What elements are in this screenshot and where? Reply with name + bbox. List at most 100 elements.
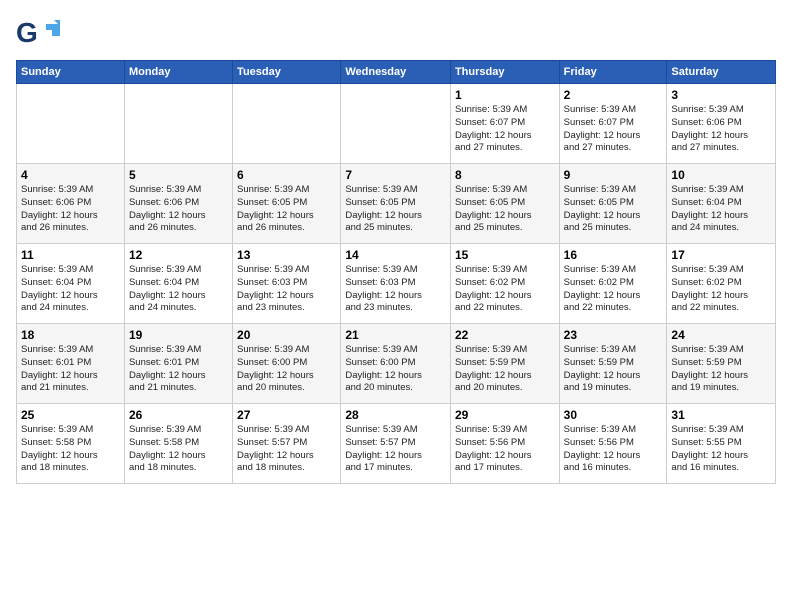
- day-info: Sunrise: 5:39 AMSunset: 5:57 PMDaylight:…: [345, 424, 446, 475]
- day-info: Sunrise: 5:39 AMSunset: 5:57 PMDaylight:…: [237, 424, 336, 475]
- calendar-cell: 21 Sunrise: 5:39 AMSunset: 6:00 PMDayligh…: [341, 324, 451, 404]
- calendar-cell: 6 Sunrise: 5:39 AMSunset: 6:05 PMDaylight…: [233, 164, 341, 244]
- day-number: 15: [455, 248, 555, 262]
- day-info: Sunrise: 5:39 AMSunset: 5:59 PMDaylight:…: [564, 344, 663, 395]
- day-number: 22: [455, 328, 555, 342]
- calendar-cell: 14 Sunrise: 5:39 AMSunset: 6:03 PMDayligh…: [341, 244, 451, 324]
- calendar-cell: 9 Sunrise: 5:39 AMSunset: 6:05 PMDaylight…: [559, 164, 667, 244]
- day-number: 23: [564, 328, 663, 342]
- day-info: Sunrise: 5:39 AMSunset: 6:04 PMDaylight:…: [671, 184, 771, 235]
- day-info: Sunrise: 5:39 AMSunset: 6:01 PMDaylight:…: [129, 344, 228, 395]
- day-info: Sunrise: 5:39 AMSunset: 6:05 PMDaylight:…: [345, 184, 446, 235]
- calendar-body: 1 Sunrise: 5:39 AMSunset: 6:07 PMDaylight…: [17, 84, 776, 484]
- day-info: Sunrise: 5:39 AMSunset: 6:00 PMDaylight:…: [237, 344, 336, 395]
- calendar-cell: 16Sunrise: 5:39 AMSunset: 6:02 PMDayligh…: [559, 244, 667, 324]
- calendar-cell: 12Sunrise: 5:39 AMSunset: 6:04 PMDayligh…: [124, 244, 232, 324]
- day-number: 31: [671, 408, 771, 422]
- day-info: Sunrise: 5:39 AMSunset: 5:59 PMDaylight:…: [671, 344, 771, 395]
- calendar-cell: 15Sunrise: 5:39 AMSunset: 6:02 PMDayligh…: [450, 244, 559, 324]
- day-number: 24: [671, 328, 771, 342]
- day-number: 9: [564, 168, 663, 182]
- day-info: Sunrise: 5:39 AMSunset: 6:01 PMDaylight:…: [21, 344, 120, 395]
- day-number: 29: [455, 408, 555, 422]
- calendar-week-1: 1 Sunrise: 5:39 AMSunset: 6:07 PMDaylight…: [17, 84, 776, 164]
- day-number: 10: [671, 168, 771, 182]
- calendar-week-5: 25Sunrise: 5:39 AMSunset: 5:58 PMDayligh…: [17, 404, 776, 484]
- calendar-cell: 10 Sunrise: 5:39 AMSunset: 6:04 PMDayligh…: [667, 164, 776, 244]
- weekday-header-thursday: Thursday: [450, 61, 559, 84]
- calendar-cell: 17Sunrise: 5:39 AMSunset: 6:02 PMDayligh…: [667, 244, 776, 324]
- weekday-header-friday: Friday: [559, 61, 667, 84]
- day-number: 16: [564, 248, 663, 262]
- calendar-cell: 30Sunrise: 5:39 AMSunset: 5:56 PMDayligh…: [559, 404, 667, 484]
- calendar-cell: 29 Sunrise: 5:39 AMSunset: 5:56 PMDayligh…: [450, 404, 559, 484]
- day-number: 28: [345, 408, 446, 422]
- day-info: Sunrise: 5:39 AMSunset: 6:04 PMDaylight:…: [129, 264, 228, 315]
- day-number: 18: [21, 328, 120, 342]
- calendar-week-4: 18 Sunrise: 5:39 AMSunset: 6:01 PMDayligh…: [17, 324, 776, 404]
- logo: G: [16, 16, 62, 52]
- day-info: Sunrise: 5:39 AMSunset: 6:00 PMDaylight:…: [345, 344, 446, 395]
- calendar-cell: 3Sunrise: 5:39 AMSunset: 6:06 PMDaylight…: [667, 84, 776, 164]
- calendar-cell: 13 Sunrise: 5:39 AMSunset: 6:03 PMDayligh…: [233, 244, 341, 324]
- day-number: 2: [564, 88, 663, 102]
- calendar-week-3: 11 Sunrise: 5:39 AMSunset: 6:04 PMDayligh…: [17, 244, 776, 324]
- calendar-week-2: 4 Sunrise: 5:39 AMSunset: 6:06 PMDaylight…: [17, 164, 776, 244]
- calendar-cell: 19 Sunrise: 5:39 AMSunset: 6:01 PMDayligh…: [124, 324, 232, 404]
- day-info: Sunrise: 5:39 AMSunset: 5:58 PMDaylight:…: [129, 424, 228, 475]
- day-info: Sunrise: 5:39 AMSunset: 6:07 PMDaylight:…: [564, 104, 663, 155]
- day-number: 20: [237, 328, 336, 342]
- calendar-cell: 26 Sunrise: 5:39 AMSunset: 5:58 PMDayligh…: [124, 404, 232, 484]
- calendar-cell: 28 Sunrise: 5:39 AMSunset: 5:57 PMDayligh…: [341, 404, 451, 484]
- day-number: 1: [455, 88, 555, 102]
- day-number: 30: [564, 408, 663, 422]
- svg-text:G: G: [16, 17, 38, 48]
- day-info: Sunrise: 5:39 AMSunset: 6:05 PMDaylight:…: [237, 184, 336, 235]
- calendar-cell: [341, 84, 451, 164]
- day-number: 27: [237, 408, 336, 422]
- page-header: G: [16, 16, 776, 52]
- calendar-cell: 27 Sunrise: 5:39 AMSunset: 5:57 PMDayligh…: [233, 404, 341, 484]
- day-info: Sunrise: 5:39 AMSunset: 5:58 PMDaylight:…: [21, 424, 120, 475]
- calendar-cell: 7 Sunrise: 5:39 AMSunset: 6:05 PMDaylight…: [341, 164, 451, 244]
- weekday-header-wednesday: Wednesday: [341, 61, 451, 84]
- day-info: Sunrise: 5:39 AMSunset: 6:06 PMDaylight:…: [129, 184, 228, 235]
- calendar-cell: 23 Sunrise: 5:39 AMSunset: 5:59 PMDayligh…: [559, 324, 667, 404]
- calendar-cell: [124, 84, 232, 164]
- day-number: 7: [345, 168, 446, 182]
- day-number: 13: [237, 248, 336, 262]
- calendar-cell: 2 Sunrise: 5:39 AMSunset: 6:07 PMDaylight…: [559, 84, 667, 164]
- calendar-cell: [233, 84, 341, 164]
- day-info: Sunrise: 5:39 AMSunset: 5:55 PMDaylight:…: [671, 424, 771, 475]
- day-number: 6: [237, 168, 336, 182]
- calendar-cell: 25Sunrise: 5:39 AMSunset: 5:58 PMDayligh…: [17, 404, 125, 484]
- calendar-cell: 5 Sunrise: 5:39 AMSunset: 6:06 PMDaylight…: [124, 164, 232, 244]
- day-number: 8: [455, 168, 555, 182]
- day-number: 4: [21, 168, 120, 182]
- day-number: 26: [129, 408, 228, 422]
- weekday-header-monday: Monday: [124, 61, 232, 84]
- day-number: 14: [345, 248, 446, 262]
- day-info: Sunrise: 5:39 AMSunset: 5:59 PMDaylight:…: [455, 344, 555, 395]
- day-number: 11: [21, 248, 120, 262]
- day-number: 21: [345, 328, 446, 342]
- calendar-cell: 1 Sunrise: 5:39 AMSunset: 6:07 PMDaylight…: [450, 84, 559, 164]
- day-info: Sunrise: 5:39 AMSunset: 6:05 PMDaylight:…: [564, 184, 663, 235]
- calendar-cell: 4 Sunrise: 5:39 AMSunset: 6:06 PMDaylight…: [17, 164, 125, 244]
- day-info: Sunrise: 5:39 AMSunset: 6:05 PMDaylight:…: [455, 184, 555, 235]
- calendar-table: SundayMondayTuesdayWednesdayThursdayFrid…: [16, 60, 776, 484]
- day-info: Sunrise: 5:39 AMSunset: 5:56 PMDaylight:…: [455, 424, 555, 475]
- day-info: Sunrise: 5:39 AMSunset: 6:06 PMDaylight:…: [671, 104, 771, 155]
- day-number: 19: [129, 328, 228, 342]
- calendar-cell: 20 Sunrise: 5:39 AMSunset: 6:00 PMDayligh…: [233, 324, 341, 404]
- day-info: Sunrise: 5:39 AMSunset: 6:06 PMDaylight:…: [21, 184, 120, 235]
- calendar-cell: [17, 84, 125, 164]
- calendar-cell: 31 Sunrise: 5:39 AMSunset: 5:55 PMDayligh…: [667, 404, 776, 484]
- day-info: Sunrise: 5:39 AMSunset: 6:03 PMDaylight:…: [237, 264, 336, 315]
- weekday-header-sunday: Sunday: [17, 61, 125, 84]
- logo-icon: G: [16, 16, 60, 52]
- day-number: 17: [671, 248, 771, 262]
- day-info: Sunrise: 5:39 AMSunset: 6:03 PMDaylight:…: [345, 264, 446, 315]
- day-number: 5: [129, 168, 228, 182]
- day-info: Sunrise: 5:39 AMSunset: 6:07 PMDaylight:…: [455, 104, 555, 155]
